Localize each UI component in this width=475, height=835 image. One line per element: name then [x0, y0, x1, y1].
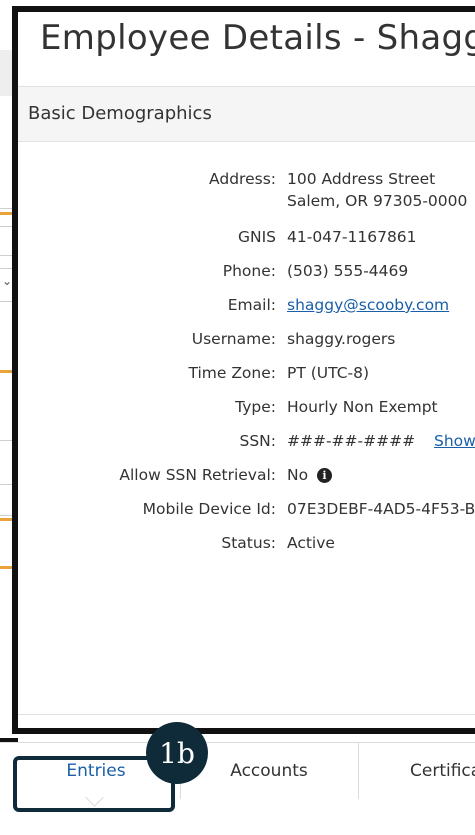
field-value: PT (UTC-8)	[287, 364, 370, 382]
field-label: GNIS	[237, 228, 276, 246]
employee-details-modal: Employee Details - Shaggy Rogers Basic D…	[18, 12, 475, 834]
field-ssn: SSN: ###-##-#### Show	[18, 432, 475, 456]
field-value: Active	[287, 534, 335, 552]
field-value: shaggy@scooby.com	[287, 296, 449, 314]
field-username: Username: shaggy.rogers	[18, 330, 475, 354]
section-title: Basic Demographics	[28, 103, 212, 124]
field-label: Username:	[191, 330, 276, 348]
field-value: Hourly Non Exempt	[287, 398, 438, 416]
field-value: ###-##-#### Show	[287, 432, 475, 450]
callout-badge: 1b	[146, 722, 208, 784]
tab-label: Certifica	[410, 761, 475, 781]
show-ssn-link[interactable]: Show	[434, 432, 475, 450]
field-gnis: GNIS 41-047-1167861	[18, 228, 475, 252]
modal-footer-divider	[18, 714, 475, 715]
ssn-masked-value: ###-##-####	[287, 432, 416, 450]
field-status: Status: Active	[18, 534, 475, 558]
field-value: 07E3DEBF-4AD5-4F53-B	[287, 500, 475, 518]
field-value: 41-047-1167861	[287, 228, 417, 246]
field-address: Address: 100 Address Street	[18, 170, 475, 194]
field-email: Email: shaggy@scooby.com	[18, 296, 475, 320]
field-allow-ssn-retrieval: Allow SSN Retrieval: No i	[18, 466, 475, 490]
field-label: Address:	[209, 170, 276, 188]
modal-title: Employee Details - Shaggy Rogers	[40, 18, 475, 58]
field-label: Email:	[227, 296, 276, 314]
field-label: Time Zone:	[188, 364, 276, 382]
field-value: (503) 555-4469	[287, 262, 409, 280]
field-label: Type:	[235, 398, 276, 416]
section-header-basic-demographics: Basic Demographics	[18, 86, 475, 142]
tab-certifications[interactable]: Certifica	[358, 743, 475, 799]
field-value: 100 Address Street	[287, 170, 436, 188]
field-label: SSN:	[239, 432, 277, 450]
field-time-zone: Time Zone: PT (UTC-8)	[18, 364, 475, 388]
info-circle-icon[interactable]: i	[317, 468, 333, 483]
field-mobile-device-id: Mobile Device Id: 07E3DEBF-4AD5-4F53-B	[18, 500, 475, 524]
field-value: Salem, OR 97305-0000	[287, 192, 468, 210]
ssn-retrieval-value: No	[287, 466, 309, 484]
field-label: Mobile Device Id:	[142, 500, 276, 518]
field-value: No i	[287, 466, 333, 484]
tab-label: Accounts	[230, 761, 308, 781]
field-type: Type: Hourly Non Exempt	[18, 398, 475, 422]
field-label: Phone:	[222, 262, 276, 280]
field-value: shaggy.rogers	[287, 330, 396, 348]
field-label: Status:	[221, 534, 276, 552]
field-label: Allow SSN Retrieval:	[119, 466, 276, 484]
field-address-line2: Salem, OR 97305-0000	[18, 192, 475, 216]
email-link[interactable]: shaggy@scooby.com	[287, 296, 449, 314]
chevron-down-icon: ⌄	[2, 274, 13, 288]
field-phone: Phone: (503) 555-4469	[18, 262, 475, 286]
